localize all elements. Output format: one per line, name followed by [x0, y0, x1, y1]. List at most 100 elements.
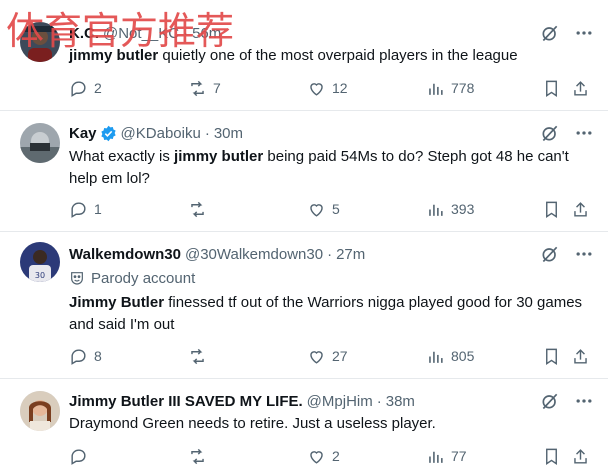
- parody-label: Parody account: [69, 267, 195, 289]
- like-icon: [310, 350, 323, 364]
- timestamp[interactable]: 27m: [336, 246, 365, 263]
- like-count: 5: [332, 201, 340, 217]
- bookmark-button[interactable]: [542, 77, 561, 99]
- author-name[interactable]: Jimmy Butler III SAVED MY LIFE.: [69, 393, 303, 410]
- bookmark-button[interactable]: [542, 445, 561, 467]
- author-handle[interactable]: @Not__KC: [103, 25, 179, 42]
- views-button[interactable]: 77: [426, 445, 467, 467]
- reply-button[interactable]: 1: [69, 198, 102, 220]
- author-name[interactable]: Kay: [69, 125, 97, 142]
- tweet-actions: 8 27 805: [69, 345, 590, 367]
- share-icon: [574, 348, 587, 364]
- parody-label-text: Parody account: [91, 269, 196, 287]
- repost-button[interactable]: [188, 445, 213, 467]
- bookmark-button[interactable]: [542, 198, 561, 220]
- tweet-top-actions: [540, 244, 594, 264]
- like-icon: [310, 203, 323, 217]
- mention-bold: jimmy butler: [69, 47, 159, 64]
- share-button[interactable]: [571, 77, 590, 99]
- reply-count: 8: [94, 348, 102, 364]
- tweet-text-pre: What exactly is: [69, 148, 175, 165]
- like-icon: [310, 450, 323, 464]
- tweet[interactable]: Kay @KDaboiku · 30m What exactly is jimm…: [0, 111, 608, 231]
- reply-icon: [71, 201, 86, 218]
- repost-count: 7: [213, 80, 221, 96]
- like-button[interactable]: 12: [307, 77, 348, 99]
- views-button[interactable]: 393: [426, 198, 474, 220]
- tweet[interactable]: 30 Walkemdown30 @30Walkemdown30 · 27m Pa…: [0, 232, 608, 378]
- mention-bold: Jimmy Butler: [69, 294, 165, 311]
- tweet-text: Draymond Green needs to retire. Just a u…: [69, 413, 590, 435]
- like-button[interactable]: 27: [307, 345, 348, 367]
- author-name[interactable]: K.C.: [69, 25, 99, 42]
- views-count: 393: [451, 201, 475, 217]
- repost-button[interactable]: 7: [188, 77, 221, 99]
- reply-button[interactable]: 2: [69, 77, 102, 99]
- avatar[interactable]: 30: [20, 242, 60, 282]
- more-icon[interactable]: [574, 391, 594, 411]
- reply-count: 1: [94, 201, 102, 217]
- author-handle[interactable]: @MpjHim: [307, 393, 373, 410]
- bookmark-button[interactable]: [542, 345, 561, 367]
- share-icon: [574, 448, 587, 464]
- like-icon: [310, 82, 323, 96]
- repost-button[interactable]: [188, 345, 213, 367]
- grok-icon[interactable]: [540, 244, 560, 264]
- mention-bold: jimmy butler: [174, 148, 264, 165]
- share-button[interactable]: [571, 445, 590, 467]
- more-icon[interactable]: [574, 244, 594, 264]
- reply-icon: [71, 80, 86, 97]
- tweet-header: Kay @KDaboiku · 30m: [69, 122, 528, 144]
- tweet-text-body: quietly one of the most overpaid players…: [158, 47, 518, 64]
- like-count: 12: [332, 80, 348, 96]
- separator-dot: ·: [327, 245, 333, 263]
- reply-button[interactable]: 8: [69, 345, 102, 367]
- grok-icon[interactable]: [540, 391, 560, 411]
- timestamp[interactable]: 30m: [214, 125, 243, 142]
- grok-icon[interactable]: [540, 23, 560, 43]
- tweet-actions: 1 5 393: [69, 198, 590, 220]
- views-button[interactable]: 805: [426, 345, 474, 367]
- tweet[interactable]: Jimmy Butler III SAVED MY LIFE. @MpjHim …: [0, 379, 608, 475]
- reply-button[interactable]: [69, 445, 94, 467]
- separator-dot: ·: [204, 124, 210, 142]
- author-name[interactable]: Walkemdown30: [69, 246, 181, 263]
- timeline-feed: K.C. @Not__KC · 56m jimmy butler quietly…: [0, 0, 608, 475]
- tweet-text: jimmy butler quietly one of the most ove…: [69, 45, 590, 67]
- share-button[interactable]: [571, 345, 590, 367]
- repost-button[interactable]: [188, 198, 213, 220]
- like-button[interactable]: 2: [307, 445, 340, 467]
- avatar[interactable]: [20, 391, 60, 431]
- like-button[interactable]: 5: [307, 198, 340, 220]
- views-button[interactable]: 778: [426, 77, 474, 99]
- tweet-top-actions: [540, 23, 594, 43]
- tweet-text: What exactly is jimmy butler being paid …: [69, 146, 590, 190]
- tweet-header: Jimmy Butler III SAVED MY LIFE. @MpjHim …: [69, 390, 528, 412]
- share-button[interactable]: [571, 198, 590, 220]
- repost-icon: [191, 201, 204, 217]
- bookmark-icon: [546, 448, 557, 465]
- avatar[interactable]: [20, 22, 60, 62]
- tweet-header: Walkemdown30 @30Walkemdown30 · 27m: [69, 243, 528, 265]
- separator-dot: ·: [376, 392, 382, 410]
- author-handle[interactable]: @30Walkemdown30: [185, 246, 323, 263]
- author-handle[interactable]: @KDaboiku: [121, 125, 201, 142]
- more-icon[interactable]: [574, 23, 594, 43]
- more-icon[interactable]: [574, 123, 594, 143]
- parody-icon: [71, 272, 83, 285]
- views-icon: [429, 351, 443, 363]
- bookmark-icon: [546, 348, 557, 365]
- separator-dot: ·: [183, 24, 189, 42]
- tweet-actions: 2 7 12 778: [69, 77, 590, 99]
- tweet[interactable]: K.C. @Not__KC · 56m jimmy butler quietly…: [0, 0, 608, 110]
- timestamp[interactable]: 56m: [192, 25, 221, 42]
- like-count: 2: [332, 448, 340, 464]
- like-count: 27: [332, 348, 348, 364]
- views-icon: [429, 204, 443, 216]
- views-count: 77: [451, 448, 467, 464]
- timestamp[interactable]: 38m: [386, 393, 415, 410]
- tweet-text-body: Draymond Green needs to retire. Just a u…: [69, 415, 436, 432]
- grok-icon[interactable]: [540, 123, 560, 143]
- avatar[interactable]: [20, 123, 60, 163]
- bookmark-icon: [546, 201, 557, 218]
